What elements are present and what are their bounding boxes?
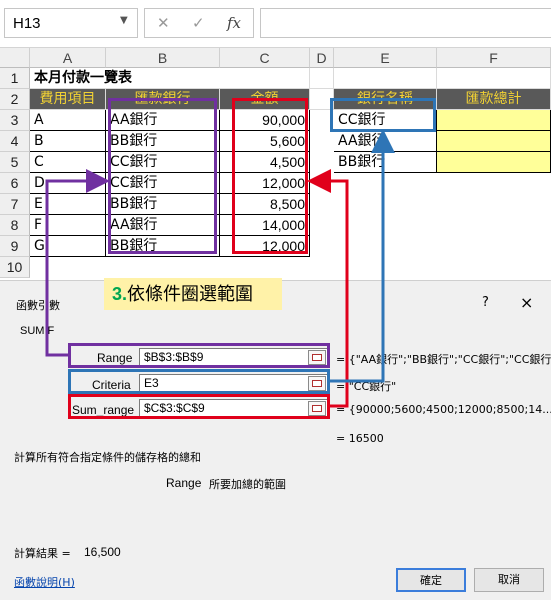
column-header-c[interactable]: C <box>220 48 310 68</box>
header-cell[interactable]: 匯款總計 <box>437 89 551 110</box>
range-highlight-box <box>108 98 217 254</box>
sum-range-arg-highlight <box>68 394 330 419</box>
ok-button[interactable]: 確定 <box>396 568 466 592</box>
select-all-corner[interactable] <box>0 48 30 68</box>
cell[interactable]: E <box>30 194 106 215</box>
cell[interactable] <box>220 68 310 89</box>
header-cell[interactable]: 費用項目 <box>30 89 106 110</box>
criteria-result: = "CC銀行" <box>336 380 397 393</box>
insert-function-icon[interactable]: fx <box>227 14 241 32</box>
chevron-down-icon[interactable]: ▼ <box>120 15 128 26</box>
result-value: 16,500 <box>84 545 121 559</box>
step-annotation: 3.依條件圈選範圍 <box>104 278 282 310</box>
row-header[interactable]: 1 <box>0 68 30 89</box>
criteria-arg-highlight <box>68 369 330 394</box>
name-box[interactable]: H13 <box>4 8 138 38</box>
range-result: = {"AA銀行";"BB銀行";"CC銀行";"CC銀行 <box>336 353 551 366</box>
column-header-a[interactable]: A <box>30 48 106 68</box>
cancel-button[interactable]: 取消 <box>474 568 544 592</box>
column-header-d[interactable]: D <box>310 48 334 68</box>
argument-description-text: 所要加總的範圍 <box>209 478 286 491</box>
formula-bar: H13 ▼ ✕ ✓ fx <box>0 0 551 48</box>
result-label: 計算結果 = <box>14 547 71 560</box>
cell[interactable]: A <box>30 110 106 131</box>
row-header[interactable]: 4 <box>0 131 30 152</box>
sheet-title[interactable]: 本月付款一覽表 <box>30 68 220 89</box>
row-header[interactable]: 6 <box>0 173 30 194</box>
close-icon[interactable]: × <box>520 293 533 312</box>
cell[interactable] <box>437 68 551 89</box>
cell[interactable]: AA銀行 <box>334 131 437 152</box>
step-number: 3. <box>112 284 128 304</box>
row-header[interactable]: 2 <box>0 89 30 110</box>
column-header-e[interactable]: E <box>334 48 437 68</box>
row-header[interactable]: 9 <box>0 236 30 257</box>
cell[interactable] <box>334 68 437 89</box>
sum-range-highlight-box <box>232 98 308 254</box>
row-header[interactable]: 8 <box>0 215 30 236</box>
function-arguments-dialog: 函數引數 ? × SUMIF Range $B$3:$B$9 = {"AA銀行"… <box>0 280 551 600</box>
name-box-value: H13 <box>13 15 41 32</box>
cancel-icon[interactable]: ✕ <box>157 14 170 32</box>
cell[interactable] <box>437 131 551 152</box>
cell[interactable] <box>437 152 551 173</box>
criteria-highlight-box <box>330 98 436 132</box>
step-text: 依條件圈選範圍 <box>127 284 254 305</box>
column-header-f[interactable]: F <box>437 48 551 68</box>
cell[interactable]: F <box>30 215 106 236</box>
row-header[interactable]: 10 <box>0 257 30 278</box>
row-header[interactable]: 7 <box>0 194 30 215</box>
cell[interactable] <box>437 110 551 131</box>
enter-icon[interactable]: ✓ <box>192 14 205 32</box>
row-header[interactable]: 5 <box>0 152 30 173</box>
cell[interactable]: B <box>30 131 106 152</box>
spreadsheet-grid: A B C D E F 1 2 3 4 5 6 7 8 9 10 本月付款一覽表… <box>0 48 551 280</box>
column-header-b[interactable]: B <box>106 48 220 68</box>
argument-description-name: Range <box>166 476 202 490</box>
function-result: = 16500 <box>336 432 384 445</box>
cell[interactable]: D <box>30 173 106 194</box>
formula-input[interactable] <box>260 8 551 38</box>
cell[interactable]: BB銀行 <box>334 152 437 173</box>
sum-range-result: = {90000;5600;4500;12000;8500;14... <box>336 403 551 416</box>
cell[interactable]: C <box>30 152 106 173</box>
help-icon[interactable]: ? <box>482 295 489 310</box>
cell[interactable]: G <box>30 236 106 257</box>
help-link[interactable]: 函數說明(H) <box>14 574 75 590</box>
range-arg-highlight <box>68 343 330 368</box>
row-header[interactable]: 3 <box>0 110 30 131</box>
function-description: 計算所有符合指定條件的儲存格的總和 <box>14 451 201 464</box>
formula-buttons: ✕ ✓ fx <box>144 8 254 38</box>
dialog-title: 函數引數 <box>16 299 60 312</box>
cell[interactable] <box>310 68 334 89</box>
function-name: SUMIF <box>20 325 55 337</box>
